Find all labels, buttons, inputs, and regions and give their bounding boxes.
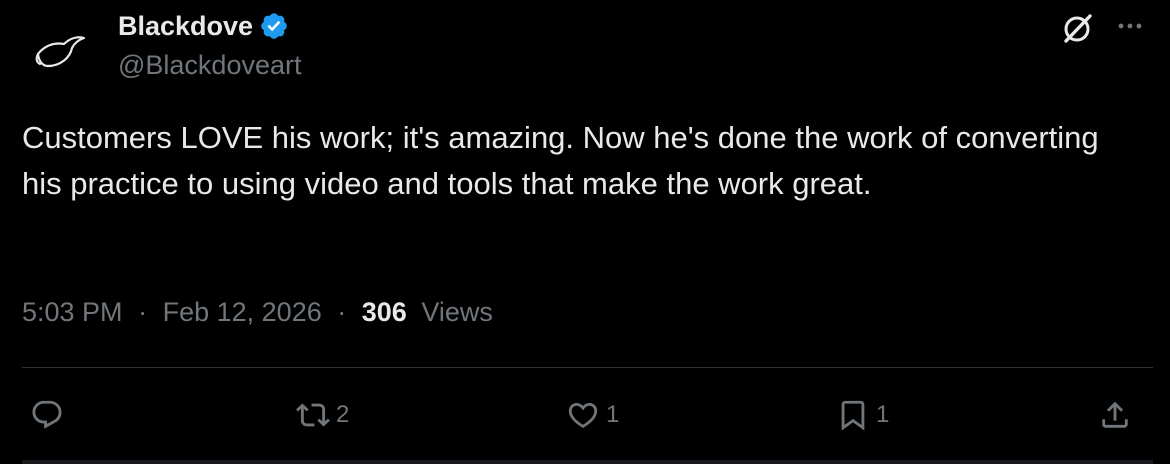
- retweet-button[interactable]: 2: [296, 393, 349, 437]
- tweet-time[interactable]: 5:03 PM: [22, 297, 123, 327]
- bookmark-count: 1: [876, 401, 890, 428]
- like-count: 1: [606, 401, 620, 428]
- reply-button[interactable]: [30, 393, 70, 437]
- author-display-name[interactable]: Blackdove: [118, 9, 253, 43]
- tweet-card: Blackdove @Blackdoveart Customers LOVE h…: [0, 0, 1170, 464]
- like-button[interactable]: 1: [566, 393, 619, 437]
- tweet-text: Customers LOVE his work; it's amazing. N…: [22, 120, 1099, 201]
- meta-separator: ·: [337, 297, 347, 327]
- tweet-meta: 5:03 PM · Feb 12, 2026 · 306 Views: [22, 294, 493, 330]
- author-name[interactable]: Blackdove: [118, 9, 289, 43]
- avatar[interactable]: [22, 14, 98, 90]
- bookmark-button[interactable]: 1: [836, 393, 889, 437]
- views-count[interactable]: 306: [362, 297, 407, 327]
- views-label[interactable]: Views: [421, 297, 493, 327]
- grok-icon[interactable]: [1057, 8, 1097, 48]
- reply-icon: [32, 400, 62, 429]
- dove-logo-icon: [35, 36, 86, 68]
- meta-separator: ·: [138, 297, 148, 327]
- retweet-icon: [296, 403, 330, 427]
- share-button[interactable]: [1098, 393, 1132, 437]
- bookmark-icon: [841, 400, 865, 431]
- retweet-count: 2: [336, 401, 350, 428]
- tweet-date[interactable]: Feb 12, 2026: [163, 297, 322, 327]
- share-icon: [1102, 401, 1128, 428]
- verified-badge-icon[interactable]: [259, 11, 289, 41]
- more-options-icon[interactable]: [1114, 10, 1146, 42]
- divider: [22, 367, 1153, 368]
- bottom-border: [22, 460, 1153, 464]
- heart-icon: [568, 402, 598, 428]
- author-handle[interactable]: @Blackdoveart: [118, 48, 302, 82]
